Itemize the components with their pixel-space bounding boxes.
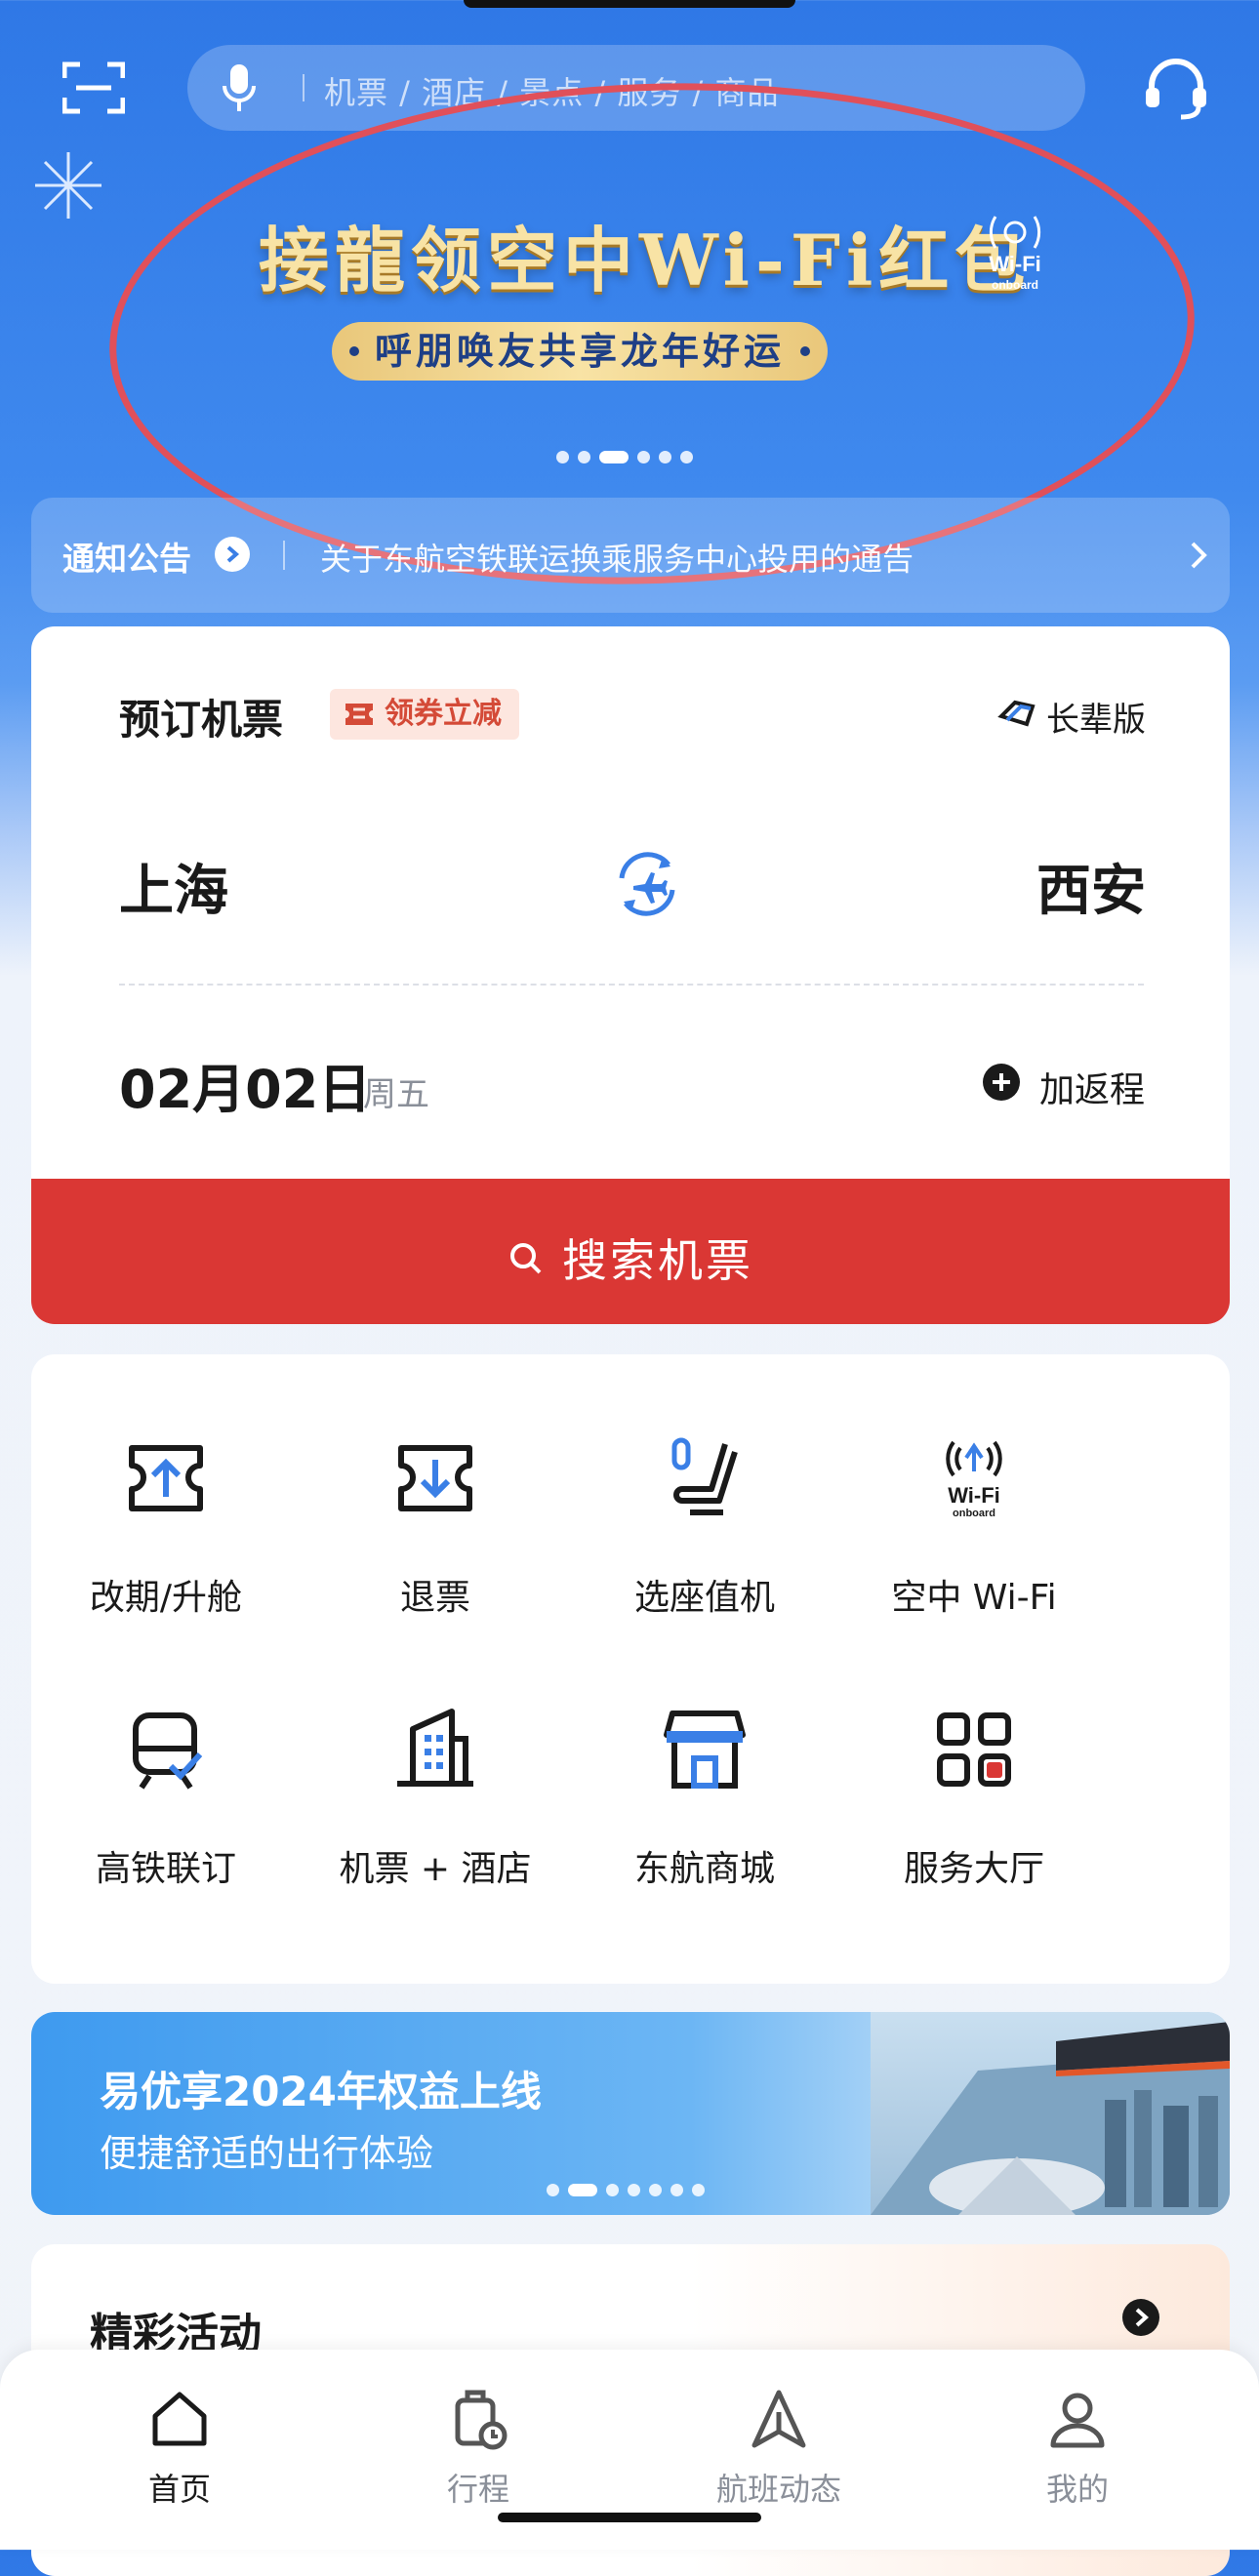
tab-label: 航班动态: [715, 2471, 841, 2508]
ticket-upgrade-icon: [129, 1445, 203, 1511]
departure-date[interactable]: 02月02日: [119, 1046, 371, 1123]
profile-icon: [1050, 2393, 1105, 2448]
departure-weekday: 周五: [363, 1075, 429, 1114]
service-item-train[interactable]: 高铁联订: [31, 1706, 301, 1891]
add-return-label: 加返程: [1039, 1070, 1146, 1110]
activities-more-icon[interactable]: [1122, 2299, 1159, 2336]
tab-itinerary[interactable]: 行程: [381, 2387, 576, 2510]
notice-text[interactable]: 关于东航空铁联运换乘服务中心投用的通告: [320, 535, 914, 580]
store-icon: [664, 1711, 746, 1789]
service-item-store[interactable]: 东航商城: [570, 1706, 839, 1891]
notice-bar[interactable]: 通知公告 关于东航空铁联运换乘服务中心投用的通告: [31, 498, 1230, 613]
tab-profile[interactable]: 我的: [980, 2387, 1175, 2510]
tab-flight-status[interactable]: 航班动态: [681, 2387, 876, 2510]
pagination-dot[interactable]: [692, 2184, 705, 2196]
city-skyline-image: [871, 2012, 1230, 2215]
plus-circle-icon: [983, 1064, 1020, 1101]
tab-label: 行程: [446, 2471, 509, 2508]
coupon-icon: [345, 704, 373, 725]
service-item-service-hall[interactable]: 服务大厅: [839, 1706, 1109, 1891]
home-icon: [152, 2392, 207, 2446]
promo-subtitle: 便捷舒适的出行体验: [100, 2132, 434, 2175]
search-flights-label: 搜索机票: [562, 1234, 753, 1287]
scan-icon[interactable]: [62, 60, 125, 115]
elder-mode-icon: [997, 700, 1036, 727]
home-indicator: [498, 2513, 761, 2522]
chevron-right-icon[interactable]: [1189, 541, 1208, 570]
wifi-icon-text: Wi-Fi: [948, 1483, 1000, 1508]
search-divider: [303, 74, 305, 101]
hotel-icon: [397, 1709, 473, 1787]
tab-home[interactable]: 首页: [82, 2387, 277, 2510]
coupon-badge[interactable]: 领券立减: [330, 689, 519, 740]
search-icon: [510, 1243, 542, 1274]
flight-booking-card: 预订机票 领券立减 长辈版 上海 西安 02月02日 周五 加返程 搜索机票: [31, 626, 1230, 1324]
service-label: 空中 Wi-Fi: [891, 1578, 1057, 1618]
itinerary-icon: [455, 2390, 508, 2450]
flight-status-icon: [751, 2390, 806, 2448]
notice-arrow-icon: [215, 537, 250, 572]
pagination-dot[interactable]: [649, 2184, 662, 2196]
service-item-flight-hotel[interactable]: 机票 + 酒店: [301, 1706, 570, 1891]
services-grid: 改期/升舱 退票 选座值机 Wi-Fi onboard 空中 Wi-Fi 高铁联…: [31, 1354, 1230, 1984]
service-label: 服务大厅: [903, 1849, 1044, 1889]
service-label: 东航商城: [633, 1849, 775, 1889]
ticket-refund-icon: [398, 1445, 472, 1511]
pagination-dot[interactable]: [568, 2184, 597, 2196]
service-item-refund[interactable]: 退票: [301, 1434, 570, 1620]
elder-mode-button[interactable]: 长辈版: [997, 693, 1146, 741]
pagination-dot[interactable]: [547, 2184, 559, 2196]
pagination-dot[interactable]: [628, 2184, 640, 2196]
service-item-change-upgrade[interactable]: 改期/升舱: [31, 1434, 301, 1620]
service-item-wifi[interactable]: Wi-Fi onboard 空中 Wi-Fi: [839, 1434, 1109, 1620]
notice-label: 通知公告: [62, 540, 191, 578]
seat-checkin-icon: [671, 1437, 738, 1515]
notice-divider: [283, 541, 285, 570]
service-label: 选座值机: [633, 1578, 775, 1618]
service-label: 机票 + 酒店: [339, 1849, 532, 1889]
pagination-dot[interactable]: [670, 2184, 683, 2196]
microphone-icon[interactable]: [223, 62, 256, 113]
service-label: 改期/升舱: [89, 1578, 243, 1618]
service-label: 退票: [399, 1578, 470, 1618]
booking-title: 预订机票: [119, 696, 284, 744]
add-return-button[interactable]: 加返程: [983, 1062, 1145, 1112]
coupon-label: 领券立减: [385, 697, 502, 731]
device-notch: [464, 0, 795, 8]
promo-pagination: [547, 2184, 705, 2196]
customer-service-icon[interactable]: [1142, 55, 1210, 123]
elder-mode-label: 长辈版: [1046, 701, 1146, 740]
train-icon: [133, 1712, 203, 1790]
service-label: 高铁联订: [95, 1849, 236, 1889]
service-hall-icon: [937, 1712, 1011, 1787]
promo-banner[interactable]: 易优享2024年权益上线 便捷舒适的出行体验: [31, 2012, 1230, 2215]
city-divider: [119, 984, 1144, 986]
tab-label: 我的: [1045, 2471, 1109, 2508]
pagination-dot[interactable]: [606, 2184, 619, 2196]
swap-cities-icon[interactable]: [612, 849, 682, 919]
search-flights-button[interactable]: 搜索机票: [31, 1179, 1230, 1324]
origin-city[interactable]: 上海: [119, 847, 228, 926]
wifi-icon-subtext: onboard: [953, 1508, 995, 1519]
destination-city[interactable]: 西安: [1036, 847, 1146, 926]
promo-title: 易优享2024年权益上线: [100, 2068, 542, 2115]
firework-decoration-icon: [35, 152, 102, 219]
service-item-seat-checkin[interactable]: 选座值机: [570, 1434, 839, 1620]
wifi-onboard-icon: Wi-Fi onboard: [946, 1440, 1002, 1519]
tab-label: 首页: [147, 2471, 211, 2508]
